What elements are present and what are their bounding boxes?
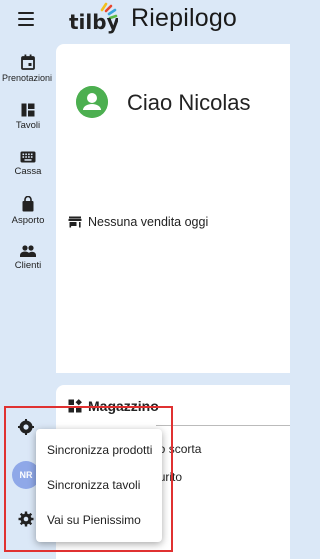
- sidebar-item-asporto[interactable]: Asporto: [0, 196, 56, 226]
- svg-text:tilby: tilby: [69, 10, 118, 34]
- divider: [156, 425, 290, 426]
- sidebar-item-label: Tavoli: [15, 120, 41, 131]
- greeting-text: Ciao Nicolas: [127, 90, 251, 115]
- tilby-logo: tilby: [69, 2, 118, 34]
- calendar-icon: [21, 54, 35, 70]
- warehouse-title: Magazzino: [88, 398, 159, 414]
- page-title: Riepilogo: [131, 4, 238, 32]
- bag-icon: [22, 196, 34, 212]
- people-icon: [20, 245, 36, 257]
- greeting-card: Ciao Nicolas: [56, 44, 290, 170]
- sidebar-item-label: Cassa: [14, 166, 42, 177]
- gear-icon[interactable]: [18, 511, 34, 527]
- menu-item-sync-products[interactable]: Sincronizza prodotti: [47, 443, 152, 457]
- menu-item-go-pienissimo[interactable]: Vai su Pienissimo: [47, 513, 141, 527]
- sync-settings-icon[interactable]: [18, 419, 34, 435]
- sidebar-item-tavoli[interactable]: Tavoli: [0, 103, 56, 131]
- top-bar: tilby Riepilogo: [0, 0, 290, 40]
- menu-item-sync-tables[interactable]: Sincronizza tavoli: [47, 478, 140, 492]
- sidebar-item-cassa[interactable]: Cassa: [0, 151, 56, 177]
- sync-popup-menu: Sincronizza prodotti Sincronizza tavoli …: [36, 429, 162, 542]
- sidebar-item-label: Prenotazioni: [1, 73, 53, 83]
- sidebar-item-prenotazioni[interactable]: Prenotazioni: [0, 54, 56, 83]
- no-sales-text: Nessuna vendita oggi: [88, 215, 209, 229]
- warehouse-header: Magazzino: [68, 398, 159, 414]
- sidebar-item-label: Asporto: [11, 215, 45, 226]
- sales-card: Nessuna vendita oggi: [56, 153, 290, 373]
- user-avatar-icon: [76, 86, 108, 118]
- keyboard-icon: [20, 151, 36, 163]
- sidebar-item-label: Clienti: [14, 260, 42, 271]
- tables-icon: [21, 103, 35, 117]
- dashboard-icon: [68, 399, 82, 413]
- sidebar-item-clienti[interactable]: Clienti: [0, 245, 56, 271]
- hamburger-menu-icon[interactable]: [18, 12, 34, 26]
- store-icon: [68, 216, 82, 228]
- sales-status: Nessuna vendita oggi: [68, 215, 208, 229]
